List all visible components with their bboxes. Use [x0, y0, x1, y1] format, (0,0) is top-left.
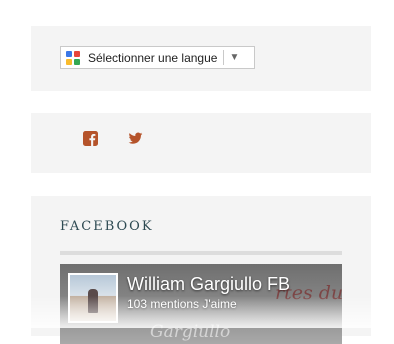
- language-select-label: Sélectionner une langue: [88, 50, 218, 65]
- facebook-page-card[interactable]: rtes du Soleil Gargiullo William Gargiul…: [60, 264, 342, 344]
- chevron-down-icon: ▼: [229, 52, 240, 63]
- select-divider: [223, 50, 225, 65]
- page-avatar[interactable]: [68, 273, 118, 323]
- page-name-link[interactable]: William Gargiullo FB: [127, 274, 290, 295]
- social-links-widget: [31, 113, 371, 173]
- google-translate-icon: [66, 50, 80, 65]
- cover-photo-detail: Gargiullo: [150, 322, 231, 342]
- page-likes-count: 103 mentions J'aime: [127, 297, 237, 311]
- language-widget: Sélectionner une langue ▼: [31, 26, 371, 91]
- widget-divider: [60, 251, 342, 255]
- facebook-widget: FACEBOOK rtes du Soleil Gargiullo Willia…: [31, 196, 371, 344]
- facebook-widget-title: FACEBOOK: [60, 219, 154, 234]
- language-select[interactable]: Sélectionner une langue ▼: [60, 46, 255, 69]
- twitter-icon[interactable]: [128, 131, 143, 146]
- facebook-icon[interactable]: [83, 131, 98, 146]
